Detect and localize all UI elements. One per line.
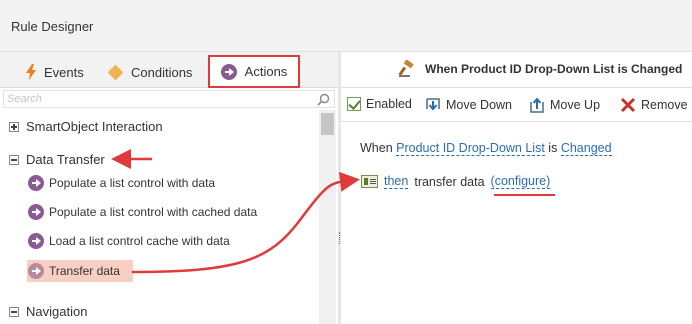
window-title: Rule Designer: [11, 19, 94, 34]
rule-is-text: is: [548, 141, 558, 155]
tab-conditions[interactable]: Conditions: [107, 56, 193, 88]
tree-item-populate-list[interactable]: Populate a list control with data: [27, 172, 219, 194]
tree-group-label: SmartObject Interaction: [26, 119, 163, 134]
tree-item-transfer-data[interactable]: Transfer data: [27, 260, 133, 282]
title-bar: Rule Designer: [0, 0, 692, 52]
rule-when-text: When: [360, 141, 393, 155]
tree-item-label: Transfer data: [49, 264, 120, 278]
rule-header-title: When Product ID Drop-Down List is Change…: [425, 62, 683, 76]
collapse-icon[interactable]: [9, 154, 19, 165]
tab-actions[interactable]: Actions: [208, 55, 300, 88]
tab-actions-label: Actions: [244, 64, 288, 79]
move-up-button[interactable]: Move Up: [529, 97, 600, 113]
tab-events-label: Events: [44, 64, 84, 80]
tree-group-data-transfer[interactable]: Data Transfer: [9, 152, 105, 167]
diamond-icon: [107, 64, 124, 80]
search-input[interactable]: [4, 91, 304, 107]
enabled-label: Enabled: [366, 97, 412, 111]
search-box: [3, 90, 335, 108]
move-down-icon: [426, 98, 440, 111]
move-down-label: Move Down: [446, 98, 512, 112]
rule-header: When Product ID Drop-Down List is Change…: [341, 52, 692, 88]
tab-conditions-label: Conditions: [131, 64, 193, 80]
action-rule-icon[interactable]: [361, 175, 378, 188]
search-icon[interactable]: [317, 93, 330, 106]
move-up-icon: [530, 97, 544, 113]
action-arrow-icon: [28, 175, 44, 191]
tree-item-populate-list-cached[interactable]: Populate a list control with cached data: [27, 201, 261, 223]
tree-group-navigation[interactable]: Navigation: [9, 304, 87, 319]
tree-group-label: Data Transfer: [26, 152, 105, 167]
tree-item-label: Load a list control cache with data: [49, 234, 230, 248]
control-link[interactable]: Product ID Drop-Down List: [396, 141, 545, 156]
left-panel: Events Conditions Actions SmartObject In…: [0, 52, 338, 324]
tree-group-label: Navigation: [26, 304, 88, 319]
remove-label: Remove: [641, 98, 688, 112]
tree-item-label: Populate a list control with data: [49, 176, 216, 190]
action-arrow-icon: [28, 233, 44, 249]
action-arrow-icon: [220, 63, 237, 80]
lightning-bolt-icon: [26, 64, 36, 80]
rule-condition-line: When Product ID Drop-Down List is Change…: [360, 141, 612, 156]
gavel-icon: [398, 60, 414, 77]
tab-events[interactable]: Events: [26, 56, 84, 88]
rule-action-line: then transfer data (configure): [361, 174, 551, 189]
tab-bar: Events Conditions Actions: [0, 52, 338, 88]
remove-button[interactable]: Remove: [620, 97, 688, 113]
remove-x-icon: [620, 97, 636, 113]
action-arrow-icon: [28, 263, 44, 279]
checkbox-icon[interactable]: [347, 97, 361, 111]
tree-item-load-list-cache[interactable]: Load a list control cache with data: [27, 230, 234, 252]
then-link[interactable]: then: [384, 174, 409, 189]
event-link[interactable]: Changed: [560, 141, 612, 156]
rule-toolbar: Enabled Move Down Move Up Remove: [341, 88, 692, 122]
tree-group-smartobject-interaction[interactable]: SmartObject Interaction: [9, 119, 163, 134]
action-tree: SmartObject Interaction Data Transfer Po…: [0, 112, 318, 324]
collapse-icon[interactable]: [9, 306, 19, 317]
transfer-data-text: transfer data: [414, 174, 485, 189]
configure-link[interactable]: (configure): [490, 174, 551, 189]
move-down-button[interactable]: Move Down: [425, 97, 512, 113]
splitter-grip[interactable]: [339, 232, 340, 244]
tree-item-label: Populate a list control with cached data: [49, 205, 258, 219]
tree-scrollbar[interactable]: [319, 110, 336, 324]
scrollbar-thumb[interactable]: [321, 113, 334, 135]
rule-panel: When Product ID Drop-Down List is Change…: [341, 52, 692, 324]
expand-icon[interactable]: [9, 121, 19, 132]
move-up-label: Move Up: [550, 98, 601, 112]
action-arrow-icon: [28, 204, 44, 220]
enabled-toggle[interactable]: Enabled: [347, 97, 412, 111]
